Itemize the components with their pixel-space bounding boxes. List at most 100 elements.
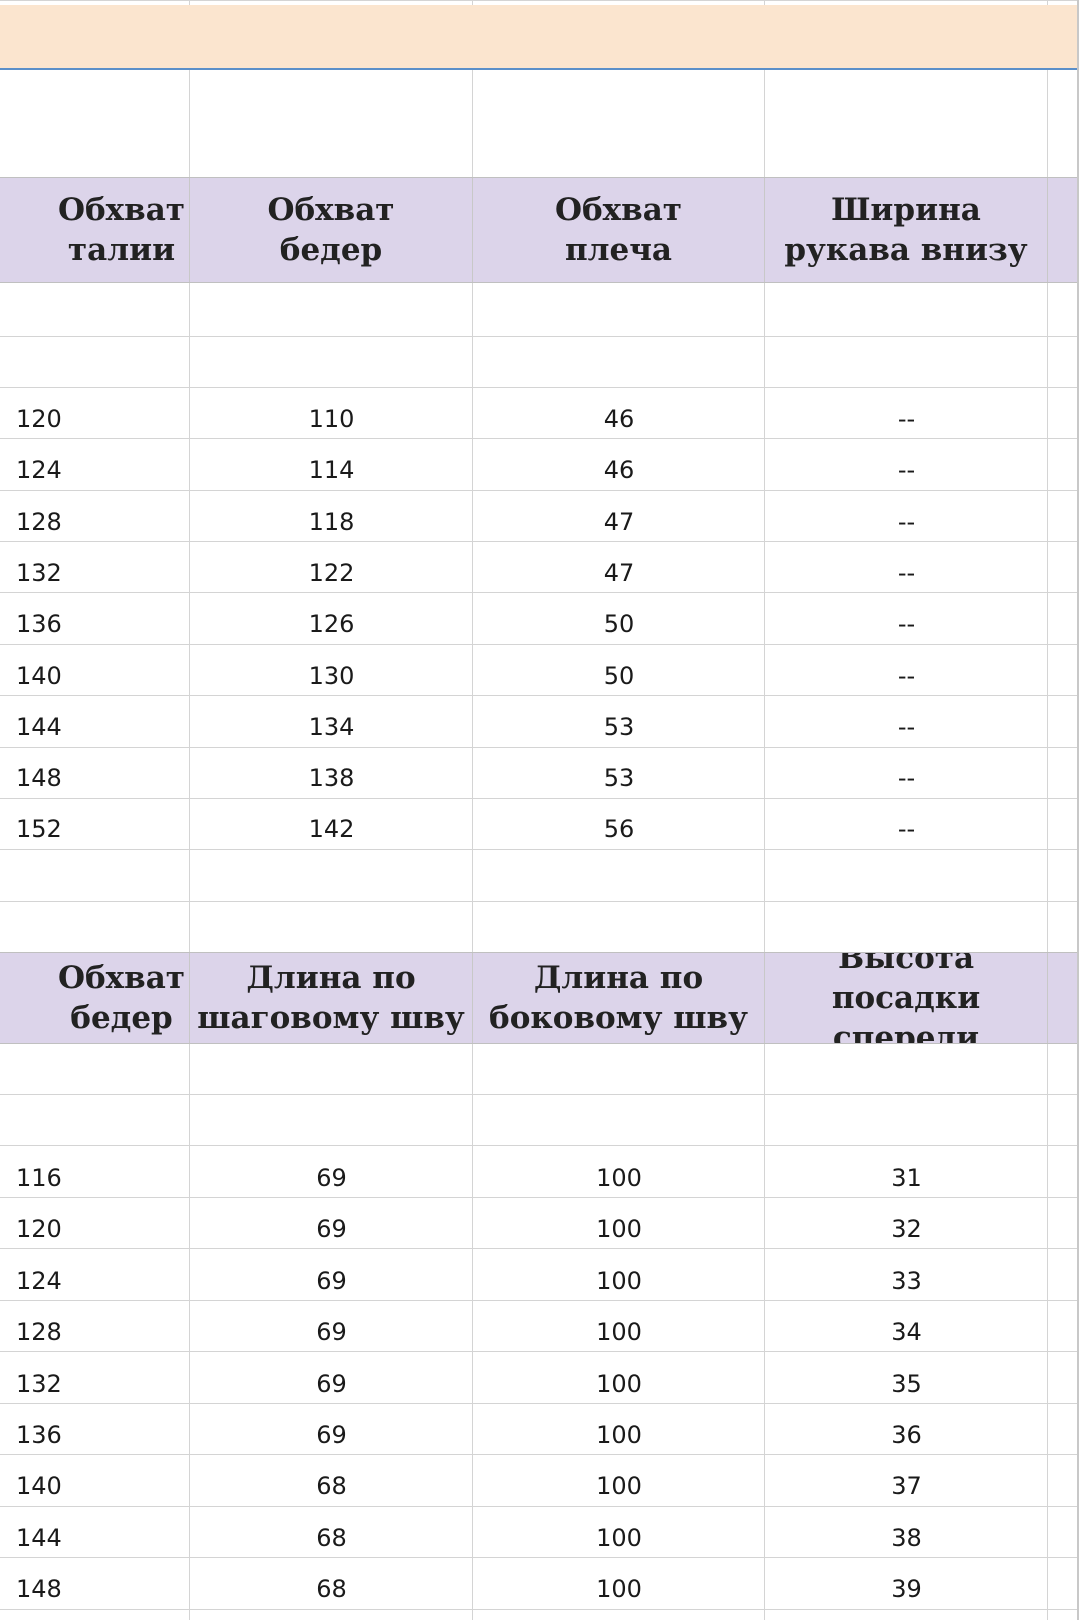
table-row: 128 118 47 --	[0, 496, 1079, 547]
table-cell: 132	[16, 1369, 62, 1398]
table-cell: --	[897, 456, 916, 485]
row-gridline	[0, 336, 1079, 337]
table-row: 140 130 50 --	[0, 650, 1079, 701]
table-cell: 46	[603, 405, 635, 433]
table-row: 152 142 56 --	[0, 803, 1079, 854]
table-cell: 144	[16, 1523, 62, 1552]
table-cell: 138	[308, 764, 355, 793]
table-cell: 35	[891, 1369, 922, 1398]
table-cell: 69	[316, 1421, 347, 1449]
table-row: 128 69 100 34	[0, 1306, 1079, 1357]
table-cell: --	[897, 558, 916, 587]
table-cell: 100	[596, 1318, 642, 1347]
highlighted-row-band	[0, 5, 1077, 70]
table-cell: 152	[16, 815, 62, 844]
table-cell: 50	[603, 661, 635, 690]
table-cell: --	[897, 661, 916, 690]
table-cell: 136	[16, 1421, 62, 1449]
table-cell: 46	[603, 456, 635, 485]
table-cell: 134	[308, 712, 355, 741]
table-cell: 100	[596, 1215, 642, 1244]
table-row: 144 68 100 38	[0, 1512, 1079, 1563]
table-cell: 69	[316, 1215, 347, 1244]
table1-header-col-4: Ширина рукава внизу	[765, 178, 1048, 282]
table-cell: 39	[891, 1575, 922, 1604]
table-cell: 69	[316, 1164, 347, 1192]
table-cell: 120	[16, 405, 62, 433]
table-cell: 53	[603, 764, 635, 793]
table-cell: 68	[316, 1523, 347, 1552]
table-cell: 126	[308, 610, 355, 639]
table-cell: 33	[891, 1266, 922, 1295]
table-row: 120 69 100 32	[0, 1203, 1079, 1254]
table-cell: 69	[316, 1266, 347, 1295]
table-row: 132 69 100 35	[0, 1358, 1079, 1409]
table-cell: 69	[316, 1369, 347, 1398]
table-cell: 53	[603, 712, 635, 741]
table-cell: 100	[596, 1523, 642, 1552]
table-row: 148 68 100 39	[0, 1563, 1079, 1614]
table-row: 148 138 53 --	[0, 752, 1079, 803]
table1-header-col-1: Обхват талии	[0, 178, 190, 282]
table2-header-col-2: Длина по шаговому шву	[190, 953, 473, 1043]
table-cell: 120	[16, 1215, 62, 1244]
table-cell: 132	[16, 558, 62, 587]
table-cell: 116	[16, 1164, 62, 1192]
spreadsheet: Обхват талии Обхват бедер Обхват плеча Ш…	[0, 0, 1079, 1620]
row-gridline	[0, 0, 1079, 1]
table-cell: 110	[308, 405, 355, 433]
table-cell: 114	[308, 456, 355, 485]
table-cell: 100	[596, 1472, 642, 1501]
table-cell: --	[897, 507, 916, 536]
table-cell: --	[897, 610, 916, 639]
table-cell: 122	[308, 558, 355, 587]
table-cell: 100	[596, 1575, 642, 1604]
table1-header-col-2: Обхват бедер	[190, 178, 473, 282]
table-row: 140 68 100 37	[0, 1460, 1079, 1511]
table-cell: --	[897, 712, 916, 741]
table-row: 124 114 46 --	[0, 444, 1079, 495]
table-cell: 130	[308, 661, 355, 690]
table-cell: 118	[308, 507, 355, 536]
table2-header-col-3: Длина по боковому шву	[473, 953, 765, 1043]
table2-header-col-1: Обхват бедер	[0, 953, 190, 1043]
table-cell: 31	[891, 1164, 922, 1192]
table-row: 144 134 53 --	[0, 701, 1079, 752]
table-cell: --	[897, 764, 916, 793]
table-cell: --	[897, 405, 916, 433]
table-cell: 148	[16, 1575, 62, 1604]
table-cell: 47	[603, 558, 635, 587]
table-row: 120 110 46 --	[0, 393, 1079, 444]
table-cell: 100	[596, 1421, 642, 1449]
table-row: 136 69 100 36	[0, 1409, 1079, 1460]
row-gridline	[0, 1145, 1079, 1146]
table-cell: 100	[596, 1266, 642, 1295]
table-cell: 100	[596, 1369, 642, 1398]
table-cell: 56	[603, 815, 635, 844]
table-cell: 136	[16, 610, 62, 639]
table-cell: 68	[316, 1575, 347, 1604]
table-cell: 68	[316, 1472, 347, 1501]
table1-header-col-3: Обхват плеча	[473, 178, 765, 282]
table-cell: 124	[16, 456, 62, 485]
row-gridline	[0, 387, 1079, 388]
table1-header: Обхват талии Обхват бедер Обхват плеча Ш…	[0, 177, 1077, 283]
table-cell: 128	[16, 507, 62, 536]
table-cell: 124	[16, 1266, 62, 1295]
table2-header-col-4: Высота посадки спереди	[765, 953, 1048, 1043]
table-cell: 148	[16, 764, 62, 793]
table-cell: 32	[891, 1215, 922, 1244]
table-row: 132 122 47 --	[0, 547, 1079, 598]
table-cell: 36	[891, 1421, 922, 1449]
table-cell: 100	[596, 1164, 642, 1192]
table-cell: 144	[16, 712, 62, 741]
table-cell: 37	[891, 1472, 922, 1501]
table-cell: 140	[16, 1472, 62, 1501]
table-cell: 34	[891, 1318, 922, 1347]
table-row: 136 126 50 --	[0, 598, 1079, 649]
table-cell: 140	[16, 661, 62, 690]
table-row: 124 69 100 33	[0, 1255, 1079, 1306]
table-cell: 69	[316, 1318, 347, 1347]
table-cell: 47	[603, 507, 635, 536]
table-cell: --	[897, 815, 916, 844]
